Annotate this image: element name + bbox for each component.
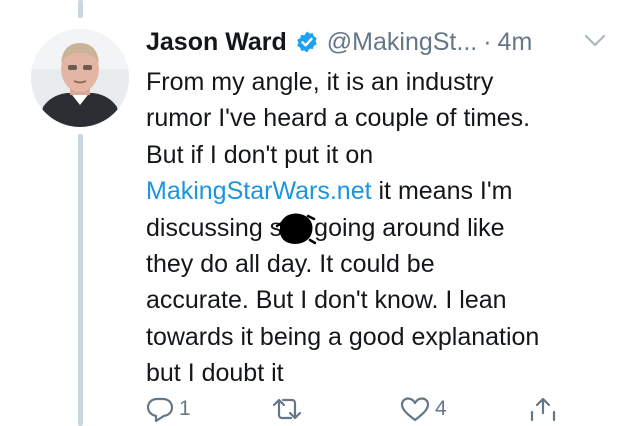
author-name[interactable]: Jason Ward <box>146 28 287 57</box>
tweet-text-line: discussing s going around like <box>146 210 616 246</box>
reply-count: 1 <box>179 397 191 420</box>
tweet-text: From my angle, it is an industry rumor I… <box>146 64 616 392</box>
tweet-text-line: they do all day. It could be <box>146 250 435 279</box>
tweet-text-line: From my angle, it is an industry <box>146 68 494 96</box>
tweet-text-line: But if I don't put it on <box>146 140 374 169</box>
reply-button[interactable]: 1 <box>146 396 191 422</box>
thread-line-top <box>78 0 83 18</box>
author-handle[interactable]: @MakingSt... <box>327 28 477 57</box>
tweet-actions: 1 4 <box>146 396 586 426</box>
share-icon <box>530 397 556 422</box>
avatar-image <box>31 29 129 127</box>
redaction-scribble <box>275 213 317 244</box>
retweet-button[interactable] <box>270 396 309 422</box>
tweet-text-line: but I doubt it <box>146 359 284 388</box>
avatar[interactable] <box>31 29 129 127</box>
separator-dot: · <box>483 27 492 56</box>
retweet-icon <box>272 398 302 420</box>
tweet-text-line: rumor I've heard a couple of times. <box>146 104 531 133</box>
verified-badge-icon <box>297 31 317 53</box>
like-button[interactable]: 4 <box>400 396 447 422</box>
share-button[interactable] <box>528 396 558 422</box>
tweet-text-fragment: it means I'm <box>371 177 513 206</box>
like-count: 4 <box>435 397 447 420</box>
tweet-text-fragment: discussing s <box>146 213 283 242</box>
reply-icon <box>146 397 174 422</box>
thread-line-bottom <box>78 134 83 426</box>
tweet-text-line: towards it being a good explanation <box>146 322 540 351</box>
website-link[interactable]: MakingStarWars.net <box>146 177 372 205</box>
chevron-down-icon[interactable] <box>582 30 608 52</box>
tweet-text-fragment: going around like <box>314 213 505 242</box>
tweet-text-line: accurate. But I don't know. I lean <box>146 286 507 315</box>
heart-icon <box>400 397 430 422</box>
timestamp[interactable]: 4m <box>498 28 533 57</box>
tweet-text-line: MakingStarWars.net it means I'm <box>146 173 616 209</box>
tweet-header: Jason Ward @MakingSt... · 4m <box>146 26 532 58</box>
